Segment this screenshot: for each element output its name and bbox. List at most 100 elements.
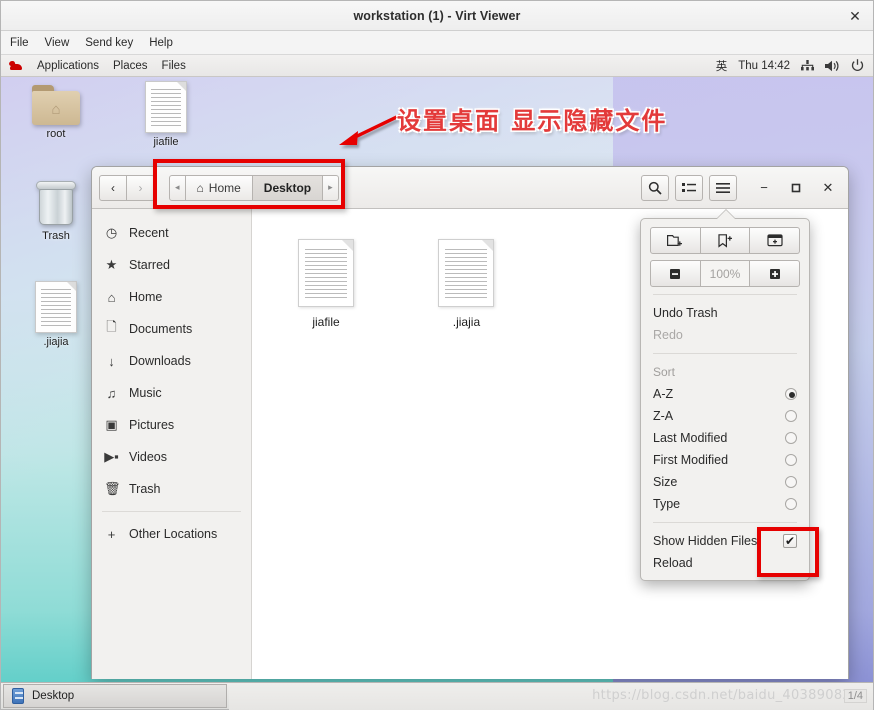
radio-icon[interactable] [785, 432, 797, 444]
sidebar-item-music[interactable]: ♫ Music [92, 377, 251, 409]
trash-icon: 🗑 [104, 481, 121, 496]
sort-option-first-modified[interactable]: First Modified [641, 449, 809, 471]
sort-option-type[interactable]: Type [641, 493, 809, 515]
radio-icon[interactable] [785, 454, 797, 466]
document-icon: 🗋 [106, 319, 117, 334]
sidebar-item-other-locations[interactable]: + Other Locations [92, 518, 251, 550]
new-bookmark-icon[interactable] [700, 227, 751, 254]
sidebar-item-label: Home [129, 290, 163, 304]
panel-files[interactable]: Files [162, 60, 186, 72]
volume-icon[interactable] [825, 60, 840, 72]
panel-left-group: Applications Places Files [1, 60, 186, 72]
desktop-icon-label: jiafile [153, 136, 179, 148]
desktop-icon-jiajia[interactable]: .jiajia [19, 281, 93, 348]
taskbar-item-desktop[interactable]: Desktop [3, 684, 227, 708]
desktop-icon-root[interactable]: ⌂ root [19, 85, 93, 140]
annotation-text: 设置桌面 显示隐藏文件 [397, 107, 668, 135]
file-item-jiajia[interactable]: .jiajia [418, 239, 514, 329]
sidebar-item-label: Recent [129, 226, 169, 240]
search-icon[interactable] [641, 174, 669, 201]
navigation-buttons: ‹ › [99, 174, 155, 201]
sidebar-item-label: Music [129, 386, 162, 400]
sort-option-last-modified[interactable]: Last Modified [641, 427, 809, 449]
sidebar-item-label: Starred [129, 258, 170, 272]
radio-icon[interactable] [785, 388, 797, 400]
radio-icon[interactable] [785, 476, 797, 488]
window-title: workstation (1) - Virt Viewer [353, 8, 521, 23]
network-icon[interactable] [801, 60, 814, 71]
maximize-button[interactable] [783, 175, 809, 201]
sidebar-item-home[interactable]: ⌂ Home [92, 281, 251, 313]
close-icon[interactable]: ✕ [847, 8, 863, 24]
highlight-box-breadcrumb [153, 159, 345, 209]
sidebar-item-documents[interactable]: 🗋 Documents [92, 313, 251, 345]
home-icon: ⌂ [107, 289, 116, 305]
zoom-in-button[interactable] [750, 260, 801, 287]
input-method-indicator[interactable]: 英 [716, 58, 728, 74]
menu-item-label: Last Modified [653, 431, 728, 445]
zoom-level: 100% [700, 260, 751, 287]
sidebar-item-label: Downloads [129, 354, 191, 368]
clock-icon: ◷ [105, 225, 118, 240]
gnome-top-panel: Applications Places Files 英 Thu 14:42 [1, 55, 873, 77]
menu-item-label: A-Z [653, 387, 674, 401]
page-indicator: 1/4 [843, 688, 867, 703]
virt-viewer-titlebar: workstation (1) - Virt Viewer ✕ [1, 1, 873, 31]
close-button[interactable]: ✕ [815, 175, 841, 201]
sidebar-item-pictures[interactable]: ▣ Pictures [92, 409, 251, 441]
back-button[interactable]: ‹ [99, 174, 127, 201]
highlight-box-show-hidden [757, 527, 819, 577]
sort-option-za[interactable]: Z-A [641, 405, 809, 427]
file-label: jiafile [312, 315, 340, 329]
taskbar-item-label: Desktop [32, 690, 75, 702]
menu-divider [653, 294, 797, 295]
radio-icon[interactable] [785, 498, 797, 510]
sidebar-item-recent[interactable]: ◷ Recent [92, 217, 251, 249]
minimize-button[interactable]: − [751, 175, 777, 201]
document-icon [35, 281, 77, 333]
sidebar-item-trash[interactable]: 🗑 Trash [92, 473, 251, 505]
sidebar-item-starred[interactable]: ★ Starred [92, 249, 251, 281]
redhat-logo-icon [9, 60, 23, 71]
document-icon [438, 239, 495, 307]
panel-applications[interactable]: Applications [37, 60, 99, 72]
sidebar-item-label: Pictures [129, 418, 175, 432]
menu-item-label: Redo [653, 328, 683, 342]
desktop-icon-trash[interactable]: Trash [19, 181, 93, 242]
folder-home-icon: ⌂ [32, 85, 80, 125]
zoom-controls: 100% [650, 260, 801, 287]
menu-send-key[interactable]: Send key [85, 37, 133, 49]
panel-places[interactable]: Places [113, 60, 148, 72]
menu-item-undo[interactable]: Undo Trash [641, 302, 809, 324]
menu-item-label: Size [653, 475, 678, 489]
zoom-out-button[interactable] [650, 260, 701, 287]
desktop-icon-jiafile[interactable]: jiafile [129, 81, 203, 148]
menu-divider [653, 353, 797, 354]
menu-item-label: First Modified [653, 453, 729, 467]
sidebar-item-videos[interactable]: ▶▪ Videos [92, 441, 251, 473]
menu-item-label: Undo Trash [653, 306, 718, 320]
file-item-jiafile[interactable]: jiafile [278, 239, 374, 329]
sidebar-item-downloads[interactable]: ↓ Downloads [92, 345, 251, 377]
sidebar-divider [102, 511, 241, 512]
trash-icon [35, 181, 77, 227]
new-window-icon[interactable] [750, 227, 801, 254]
desktop-icon-label: Trash [42, 230, 70, 242]
clock[interactable]: Thu 14:42 [738, 60, 790, 72]
watermark-text: https://blog.csdn.net/baidu_40389082 [592, 687, 851, 703]
virt-viewer-menubar: File View Send key Help [1, 31, 873, 55]
hamburger-menu-icon[interactable] [709, 174, 737, 201]
music-icon: ♫ [106, 385, 117, 401]
menu-view[interactable]: View [45, 37, 70, 49]
camera-icon: ▣ [105, 417, 118, 432]
view-options-icon[interactable] [675, 174, 703, 201]
radio-icon[interactable] [785, 410, 797, 422]
sort-option-size[interactable]: Size [641, 471, 809, 493]
file-label: .jiajia [452, 315, 481, 329]
sort-option-az[interactable]: A-Z [641, 383, 809, 405]
new-folder-icon[interactable] [650, 227, 701, 254]
menu-help[interactable]: Help [149, 37, 173, 49]
power-icon[interactable] [851, 59, 864, 72]
menu-file[interactable]: File [10, 37, 29, 49]
forward-button[interactable]: › [127, 174, 155, 201]
